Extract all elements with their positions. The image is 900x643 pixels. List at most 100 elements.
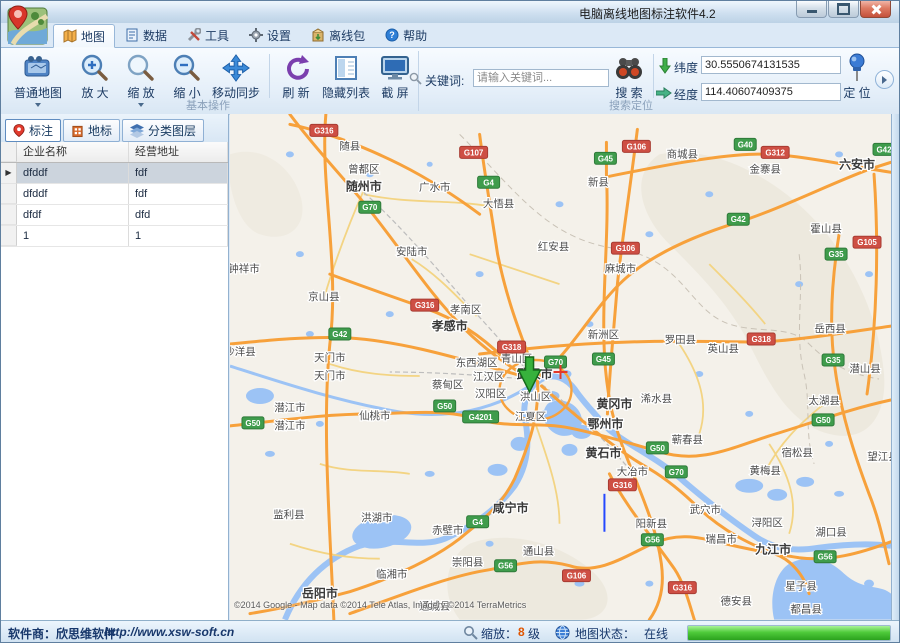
map-canvas[interactable]: 随县曾都区随州市广水市大悟县安陆市红安县钟祥市京山县孝南区孝感市沙洋县天门市天门… — [230, 114, 891, 620]
svg-text:G105: G105 — [857, 238, 877, 247]
status-progress-bar — [687, 625, 891, 641]
landmark-icon — [71, 124, 84, 138]
svg-text:G106: G106 — [567, 572, 587, 581]
svg-text:G316: G316 — [314, 126, 334, 135]
hide-list-button[interactable]: 隐藏列表 — [319, 51, 373, 101]
svg-text:G50: G50 — [816, 416, 832, 425]
map-place-label: 东西湖区 — [456, 356, 498, 369]
map-status-value: 在线 — [644, 625, 668, 642]
road-shield: G45 — [592, 353, 614, 365]
ribbon-separator — [269, 54, 270, 98]
row-marker: ▶ — [1, 163, 17, 184]
latitude-input[interactable] — [701, 56, 841, 74]
refresh-button[interactable]: 刷 新 — [275, 51, 317, 101]
table-row[interactable]: 11 — [1, 226, 228, 247]
row-marker-header — [1, 142, 17, 162]
column-business-address[interactable]: 经营地址 — [129, 142, 228, 162]
road-shield: G70 — [665, 466, 687, 478]
map-place-label: 九江市 — [754, 542, 791, 557]
tab-offline-package-label: 离线包 — [329, 27, 365, 44]
search-button[interactable]: 搜 索 — [607, 51, 651, 101]
road-shield: G50 — [812, 414, 834, 426]
zoom-icon — [126, 53, 156, 83]
cell-company-name[interactable]: dfddf — [17, 184, 129, 204]
cell-business-address[interactable]: fdf — [129, 163, 228, 184]
tools-tab-icon — [187, 28, 201, 42]
locate-button[interactable]: 定 位 — [839, 51, 875, 101]
road-shield: G4 — [467, 516, 489, 528]
globe-icon — [555, 625, 570, 640]
tab-tools[interactable]: 工具 — [177, 23, 239, 47]
minimize-button[interactable] — [796, 1, 827, 18]
road-shield: G107 — [460, 146, 488, 158]
close-button[interactable] — [860, 1, 891, 18]
svg-text:G45: G45 — [598, 154, 614, 163]
tab-help[interactable]: ? 帮助 — [375, 23, 437, 47]
close-icon — [871, 5, 881, 14]
tab-data[interactable]: 数据 — [115, 23, 177, 47]
map-place-label: 天门市 — [314, 351, 345, 364]
road-shield: G316 — [608, 479, 636, 491]
road-shield: G106 — [622, 140, 650, 152]
map-place-label: 大悟县 — [483, 197, 514, 210]
table-row[interactable]: ▶dfddffdf — [1, 163, 228, 184]
map-place-label: 都昌县 — [790, 604, 821, 616]
road-shield: G312 — [761, 146, 789, 158]
road-shield: G50 — [242, 417, 264, 429]
map-place-label: 岳西县 — [814, 323, 845, 335]
ribbon-tabstrip: 地图 数据 工具 设置 离线包 ? 帮助 — [1, 23, 899, 48]
cell-company-name[interactable]: dfddf — [17, 163, 129, 184]
map-place-label: 随县 — [339, 139, 360, 152]
cell-company-name[interactable]: 1 — [17, 226, 129, 246]
map-place-label: 崇阳县 — [452, 557, 483, 569]
keyword-input[interactable] — [473, 69, 609, 87]
zoom-out-button[interactable]: 缩 小 — [165, 51, 209, 101]
tab-annotation[interactable]: 标注 — [5, 119, 61, 142]
column-company-name[interactable]: 企业名称 — [17, 142, 129, 162]
window-right-border — [891, 114, 900, 620]
cell-business-address[interactable]: fdf — [129, 184, 228, 204]
cell-business-address[interactable]: 1 — [129, 226, 228, 246]
map-place-label: 蔡甸区 — [432, 378, 463, 391]
tab-landmark-label: 地标 — [88, 122, 112, 139]
maximize-button[interactable] — [828, 1, 859, 18]
move-sync-button[interactable]: 移动同步 — [207, 51, 265, 101]
svg-text:G40: G40 — [738, 140, 754, 149]
svg-text:G318: G318 — [751, 335, 771, 344]
cell-company-name[interactable]: dfdf — [17, 205, 129, 225]
ribbon-expand-button[interactable] — [875, 70, 894, 89]
tab-layers[interactable]: 分类图层 — [122, 119, 204, 142]
refresh-icon — [281, 53, 311, 83]
latitude-label: 纬度 — [674, 59, 698, 76]
road-shield: G40 — [734, 138, 756, 150]
vendor-url[interactable]: http://www.xsw-soft.cn — [104, 625, 234, 639]
annotation-table: 企业名称 经营地址 ▶dfddffdfdfddffdfdfdfdfd11 — [1, 142, 228, 620]
road-shield: G316 — [668, 582, 696, 594]
tab-landmark[interactable]: 地标 — [63, 119, 120, 142]
map-place-label: 鄂州市 — [587, 416, 623, 431]
title-bar[interactable]: 电脑离线地图标注软件4.2 — [1, 1, 899, 23]
road-shield: G106 — [611, 242, 639, 254]
map-place-label: 蕲春县 — [672, 434, 703, 446]
zoom-level-unit: 级 — [528, 625, 540, 642]
tab-offline-package[interactable]: 离线包 — [301, 23, 375, 47]
tab-map[interactable]: 地图 — [53, 24, 115, 48]
svg-text:G56: G56 — [818, 553, 834, 562]
cell-business-address[interactable]: dfd — [129, 205, 228, 225]
map-place-label: 咸宁市 — [493, 500, 529, 515]
zoom-in-button[interactable]: 放 大 — [73, 51, 117, 101]
tab-settings[interactable]: 设置 — [239, 23, 301, 47]
table-row[interactable]: dfdfdfd — [1, 205, 228, 226]
map-place-label: 汉阳区 — [475, 388, 506, 400]
road-shield: G316 — [310, 124, 338, 136]
svg-text:?: ? — [389, 30, 395, 40]
map-place-label: 潜山县 — [849, 362, 880, 375]
app-icon[interactable] — [5, 2, 49, 51]
map-place-label: 阳新县 — [636, 517, 667, 530]
zoom-out-icon — [172, 53, 202, 83]
table-row[interactable]: dfddffdf — [1, 184, 228, 205]
map-place-label: 浔阳区 — [751, 516, 782, 529]
layers-icon — [130, 124, 144, 138]
map-place-label: 新县 — [588, 175, 609, 188]
map-place-label: 星子县 — [785, 581, 816, 593]
